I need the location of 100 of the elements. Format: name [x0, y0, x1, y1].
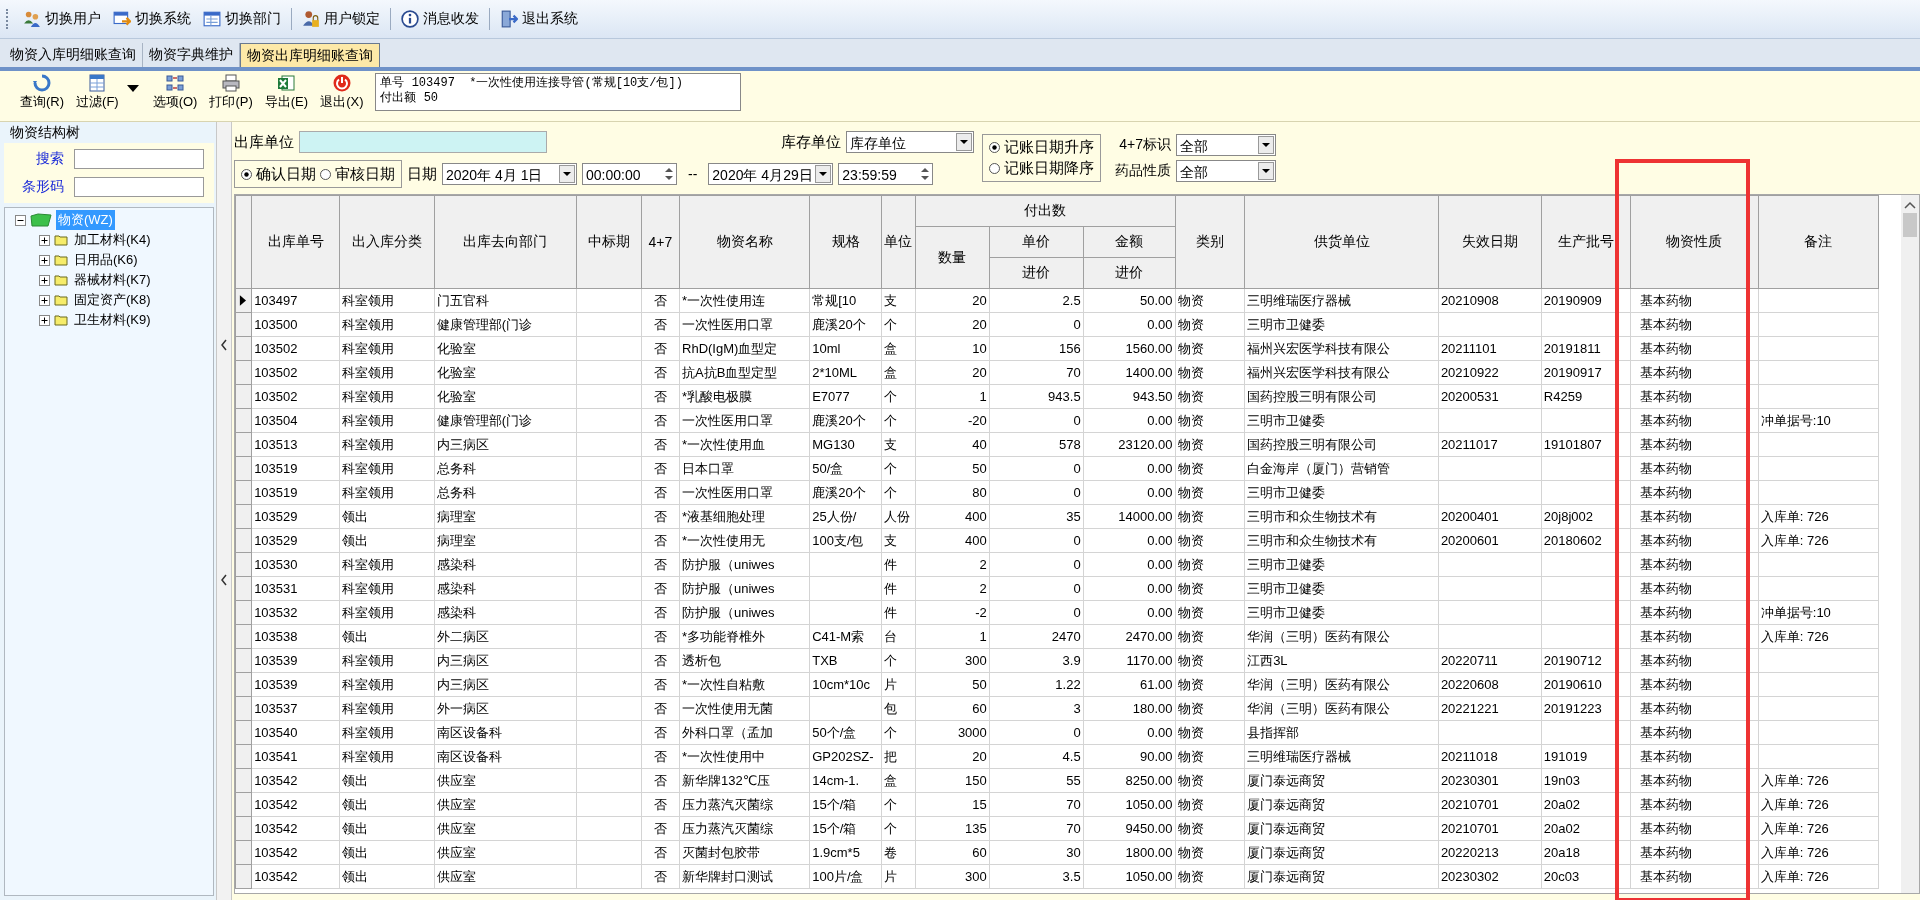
- radio-button[interactable]: [989, 142, 1000, 153]
- end-time-field[interactable]: 23:59:59: [838, 163, 934, 185]
- column-header[interactable]: 失效日期: [1438, 195, 1542, 289]
- column-header[interactable]: 中标期: [576, 195, 642, 289]
- unit-price-cell: 55: [1066, 773, 1081, 788]
- grid-icon: [87, 73, 108, 93]
- column-header[interactable]: 单价: [989, 226, 1084, 258]
- column-header[interactable]: 数量: [915, 226, 990, 289]
- search-field[interactable]: [74, 149, 204, 169]
- flag-cell: 否: [653, 772, 667, 788]
- unit-price-cell: 0: [1073, 605, 1081, 620]
- order-number-cell: 103539: [254, 677, 298, 692]
- order-number-cell: 103531: [254, 581, 298, 596]
- spinner-icon[interactable]: [663, 165, 675, 183]
- column-header[interactable]: 生产批号: [1541, 195, 1631, 289]
- remark-cell: 入库单: 726: [1760, 628, 1829, 644]
- column-header[interactable]: 出库去向部门: [434, 195, 577, 289]
- type-cell: 物资: [1177, 748, 1204, 764]
- spec-cell: 100支/包: [812, 532, 864, 548]
- radio-label[interactable]: 记账日期升序: [1004, 138, 1094, 157]
- start-date-picker[interactable]: 2020年 4月 1日: [442, 163, 577, 185]
- toolbar-button[interactable]: 打印(P): [203, 73, 259, 117]
- expander-icon[interactable]: [39, 274, 50, 286]
- column-header[interactable]: 出库单号: [251, 195, 340, 289]
- toolbar-button[interactable]: 查询(R): [14, 73, 71, 117]
- flag-cell: 否: [653, 844, 667, 860]
- expander-icon[interactable]: [15, 214, 26, 226]
- stock-unit-select[interactable]: 库存单位: [846, 131, 974, 153]
- toolbar-button[interactable]: 导出(E): [258, 73, 315, 117]
- tree-item[interactable]: 器械材料(K7): [72, 270, 153, 290]
- toolbar-button[interactable]: 过滤(F): [70, 73, 125, 117]
- drug-nature-select[interactable]: 全部: [1176, 160, 1276, 182]
- menu-button[interactable]: 用户锁定: [298, 7, 384, 31]
- column-header[interactable]: 物资性质: [1630, 195, 1759, 289]
- column-header[interactable]: 单位: [881, 195, 916, 289]
- expiry-date-cell: 20220711: [1440, 653, 1498, 668]
- tree-item[interactable]: 卫生材料(K9): [72, 310, 153, 330]
- column-header[interactable]: 进价: [989, 257, 1084, 289]
- column-header[interactable]: 4+7: [641, 195, 680, 289]
- type-cell: 物资: [1177, 604, 1204, 620]
- expander-icon[interactable]: [39, 294, 50, 306]
- radio-button[interactable]: [241, 168, 252, 180]
- column-header[interactable]: 金额: [1083, 226, 1175, 258]
- radio-label[interactable]: 审核日期: [335, 164, 395, 184]
- flag-cell: 否: [653, 436, 667, 452]
- column-header[interactable]: 类别: [1175, 195, 1245, 289]
- department-cell: 供应室: [436, 772, 476, 788]
- expander-icon[interactable]: [39, 234, 50, 246]
- menu-button[interactable]: 切换用户: [19, 7, 105, 31]
- column-header[interactable]: 备注: [1758, 195, 1879, 289]
- flag-select[interactable]: 全部: [1176, 134, 1276, 156]
- unit-cell: 台: [883, 628, 897, 644]
- radio-button[interactable]: [320, 168, 331, 180]
- flag-cell: 否: [653, 700, 667, 716]
- menu-button[interactable]: 消息收发: [397, 7, 483, 31]
- category-cell: 科室领用: [341, 388, 394, 404]
- spec-cell: 25人份/: [812, 508, 857, 524]
- tree-item[interactable]: 日用品(K6): [72, 250, 140, 270]
- barcode-field[interactable]: [74, 177, 204, 197]
- column-header[interactable]: 进价: [1083, 257, 1175, 289]
- tree-item[interactable]: 加工材料(K4): [72, 230, 153, 250]
- department-cell: 供应室: [436, 820, 476, 836]
- expander-icon[interactable]: [39, 314, 50, 326]
- scrollbar[interactable]: [1901, 195, 1919, 893]
- expander-icon[interactable]: [39, 254, 50, 266]
- column-header[interactable]: 规格: [809, 195, 882, 289]
- type-cell: 物资: [1177, 868, 1204, 884]
- radio-label[interactable]: 记账日期降序: [1004, 159, 1094, 178]
- info-icon: [401, 10, 419, 28]
- scrollbar-thumb[interactable]: [1903, 213, 1917, 237]
- date-label: 日期: [407, 164, 437, 184]
- unit-cell: 个: [883, 484, 897, 500]
- menu-button[interactable]: 切换系统: [109, 7, 195, 31]
- remark-cell: 冲单据号:10: [1760, 412, 1831, 428]
- menu-button[interactable]: 退出系统: [496, 7, 582, 31]
- material-name-cell: 压力蒸汽灭菌综: [682, 796, 773, 812]
- material-name-cell: 新华牌封口测试: [682, 868, 773, 884]
- radio-label[interactable]: 确认日期: [256, 164, 316, 184]
- column-header[interactable]: 物资名称: [679, 195, 810, 289]
- unit-price-cell: 0: [1073, 725, 1081, 740]
- department-cell: 供应室: [436, 796, 476, 812]
- caret-icon[interactable]: [126, 85, 139, 93]
- column-header[interactable]: 出入库分类: [339, 195, 435, 289]
- outbound-unit-field[interactable]: [299, 131, 547, 153]
- tab[interactable]: 物资出库明细账查询: [240, 43, 380, 67]
- column-header[interactable]: 供货单位: [1244, 195, 1439, 289]
- toolbar-button[interactable]: 退出(X): [314, 73, 370, 117]
- start-time-field[interactable]: 00:00:00: [582, 163, 677, 185]
- tree-item[interactable]: 固定资产(K8): [72, 290, 153, 310]
- supplier-cell: 县指挥部: [1247, 724, 1300, 740]
- menu-button[interactable]: 切换部门: [199, 7, 285, 31]
- flag-cell: 否: [653, 292, 667, 308]
- column-group-header: 付出数: [915, 195, 1175, 227]
- radio-button[interactable]: [989, 163, 1000, 174]
- department-cell: 外一病区: [436, 700, 489, 716]
- spinner-icon[interactable]: [919, 165, 932, 183]
- unit-cell: 个: [883, 820, 897, 836]
- row-indicator[interactable]: [235, 288, 252, 313]
- end-date-picker[interactable]: 2020年 4月29日: [708, 163, 834, 185]
- toolbar-button[interactable]: 选项(O): [146, 73, 204, 117]
